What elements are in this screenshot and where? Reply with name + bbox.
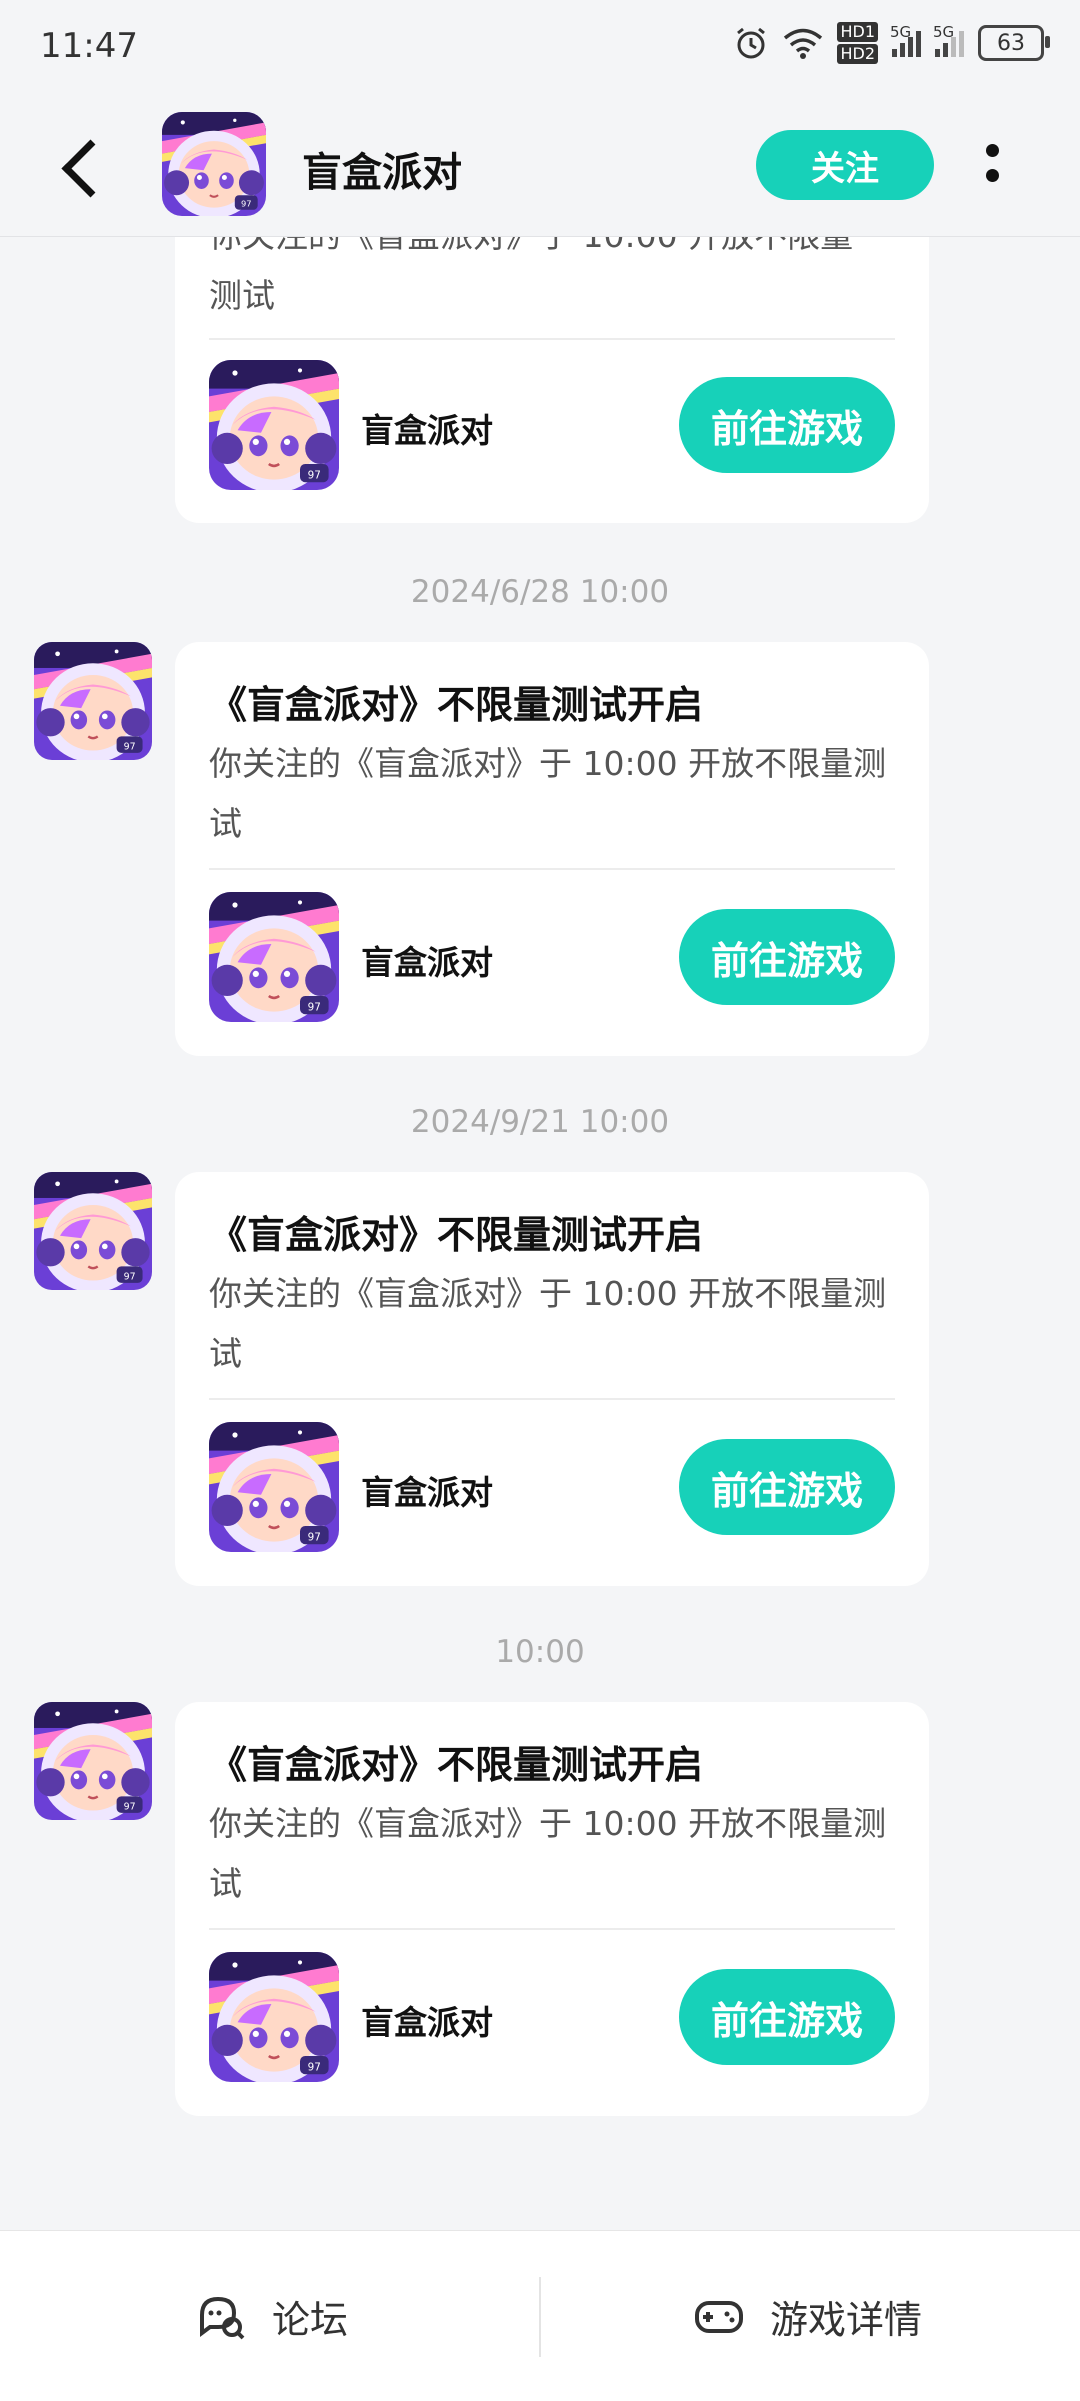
game-icon[interactable] bbox=[209, 1422, 339, 1552]
game-icon[interactable] bbox=[209, 892, 339, 1022]
follow-button[interactable]: 关注 bbox=[756, 130, 934, 200]
go-to-game-button[interactable]: 前往游戏 bbox=[679, 377, 895, 473]
message-timestamp: 2024/9/21 10:00 bbox=[410, 1104, 670, 1140]
status-icons: HD1 HD2 5G 5G 63 bbox=[733, 22, 1050, 64]
status-time: 11:47 bbox=[40, 26, 138, 66]
message-title: 《盲盒派对》不限量测试开启 bbox=[209, 1743, 704, 1787]
hd-icon: HD1 HD2 bbox=[837, 22, 878, 64]
message-timestamp: 2024/6/28 10:00 bbox=[410, 574, 670, 610]
game-name: 盲盒派对 bbox=[361, 1473, 493, 1512]
go-to-game-button[interactable]: 前往游戏 bbox=[679, 1969, 895, 2065]
more-dot-icon bbox=[985, 169, 999, 182]
game-avatar-icon bbox=[34, 1702, 152, 1820]
card-divider bbox=[209, 1398, 895, 1400]
go-to-game-button[interactable]: 前往游戏 bbox=[679, 909, 895, 1005]
game-avatar-icon bbox=[162, 112, 266, 216]
game-details-label: 游戏详情 bbox=[770, 2297, 923, 2342]
go-to-game-button[interactable]: 前往游戏 bbox=[679, 1439, 895, 1535]
back-button[interactable] bbox=[56, 132, 116, 202]
card-divider bbox=[209, 868, 895, 870]
game-name: 盲盒派对 bbox=[361, 411, 493, 450]
message-body: 你关注的《盲盒派对》于 10:00 开放不限量测试 bbox=[209, 1274, 887, 1373]
sender-avatar[interactable] bbox=[34, 1702, 152, 1820]
sender-avatar[interactable] bbox=[34, 642, 152, 760]
gamepad-icon bbox=[695, 2301, 743, 2333]
more-dot-icon bbox=[985, 144, 999, 157]
forum-label: 论坛 bbox=[272, 2297, 349, 2342]
message-body: 你关注的《盲盒派对》于 10:00 开放不限量测试 bbox=[209, 1804, 887, 1903]
message-title: 《盲盒派对》不限量测试开启 bbox=[209, 1213, 704, 1257]
bottom-divider bbox=[539, 2277, 541, 2357]
message-list[interactable]: 你关注的《盲盒派对》于 10:00 开放不限量 测试 盲盒派对 前往游戏 202… bbox=[0, 236, 1080, 2230]
header-avatar[interactable] bbox=[162, 112, 266, 216]
bottom-bar: 论坛 游戏详情 bbox=[0, 2230, 1080, 2401]
signal-icon-1: 5G bbox=[890, 23, 921, 57]
battery-icon: 63 bbox=[978, 25, 1050, 61]
sender-avatar[interactable] bbox=[34, 1172, 152, 1290]
message-card: 《盲盒派对》不限量测试开启 你关注的《盲盒派对》于 10:00 开放不限量测试 … bbox=[175, 1172, 929, 1586]
game-avatar-icon bbox=[34, 642, 152, 760]
status-bar: 11:47 HD1 HD2 5G 5G 63 bbox=[0, 0, 1080, 96]
page-title: 盲盒派对 bbox=[302, 150, 462, 196]
game-thumbnail-icon bbox=[209, 1422, 339, 1552]
game-icon[interactable] bbox=[209, 1952, 339, 2082]
card-divider bbox=[209, 338, 895, 340]
forum-tab[interactable]: 论坛 bbox=[196, 2231, 348, 2401]
message-card: 《盲盒派对》不限量测试开启 你关注的《盲盒派对》于 10:00 开放不限量测试 … bbox=[175, 642, 929, 1056]
game-thumbnail-icon bbox=[209, 892, 339, 1022]
message-card: 你关注的《盲盒派对》于 10:00 开放不限量 测试 盲盒派对 前往游戏 bbox=[175, 236, 929, 523]
message-body: 你关注的《盲盒派对》于 10:00 开放不限量测试 bbox=[209, 744, 887, 843]
card-divider bbox=[209, 1928, 895, 1930]
top-header: 盲盒派对 关注 bbox=[0, 96, 1080, 237]
wifi-icon bbox=[784, 28, 823, 59]
game-name: 盲盒派对 bbox=[361, 943, 493, 982]
alarm-icon bbox=[737, 27, 766, 59]
message-card: 《盲盒派对》不限量测试开启 你关注的《盲盒派对》于 10:00 开放不限量测试 … bbox=[175, 1702, 929, 2116]
game-thumbnail-icon bbox=[209, 1952, 339, 2082]
message-body: 你关注的《盲盒派对》于 10:00 开放不限量 测试 bbox=[209, 236, 853, 315]
game-details-tab[interactable]: 游戏详情 bbox=[694, 2231, 922, 2401]
message-timestamp: 10:00 bbox=[495, 1634, 585, 1670]
signal-icon-2: 5G bbox=[933, 23, 964, 57]
more-options-button[interactable] bbox=[980, 140, 1004, 190]
message-title: 《盲盒派对》不限量测试开启 bbox=[209, 683, 704, 727]
game-thumbnail-icon bbox=[209, 360, 339, 490]
game-icon[interactable] bbox=[209, 360, 339, 490]
forum-chat-icon bbox=[200, 2296, 245, 2340]
game-name: 盲盒派对 bbox=[361, 2003, 493, 2042]
game-avatar-icon bbox=[34, 1172, 152, 1290]
